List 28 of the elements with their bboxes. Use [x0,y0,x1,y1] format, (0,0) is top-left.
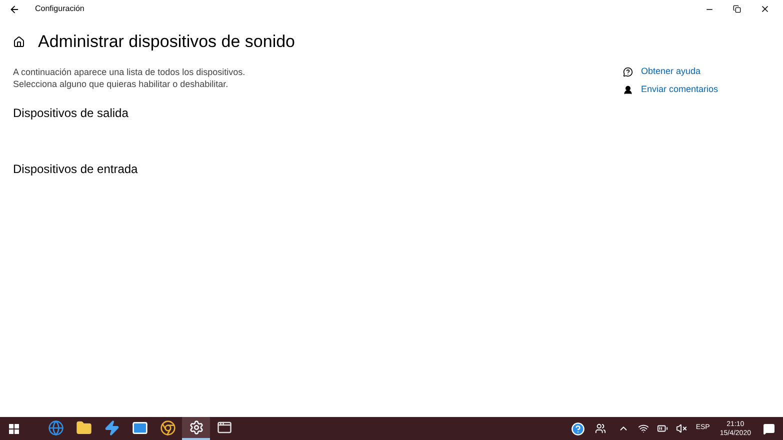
folder-icon [76,420,92,436]
help-icon[interactable] [570,422,585,436]
section-heading: Dispositivos de entrada [13,161,139,178]
description-text: Selecciona alguno que quieras habilitar o deshabilitar. [13,78,230,90]
link[interactable]: Obtener ayuda [641,64,701,78]
muted-speaker-icon[interactable] [676,423,687,434]
wifi-icon[interactable] [638,423,649,434]
settings-icon [188,420,204,435]
chat-question-icon [623,66,633,76]
globe-icon [48,420,64,436]
taskbar-app-button[interactable] [182,417,210,440]
chrome-icon [160,420,176,436]
description-text: A continuación aparece una lista de todos los dispositivos. [13,66,246,78]
people-icon[interactable] [594,423,606,434]
section-heading: Dispositivos de salida [13,105,130,122]
window-icon [216,420,232,435]
restore-icon [733,5,741,13]
windows-logo-icon [9,424,19,434]
page-title: Administrar dispositivos de sonido [38,31,296,54]
person-icon [623,84,633,94]
window-title: Configuración [35,3,84,15]
close-icon [760,4,770,14]
home-icon[interactable] [13,36,25,48]
back-arrow-icon [8,4,20,14]
notifications-icon[interactable] [763,422,775,434]
bolt-icon [104,420,120,436]
link[interactable]: Enviar comentarios [641,82,718,96]
battery-icon[interactable] [656,423,668,434]
